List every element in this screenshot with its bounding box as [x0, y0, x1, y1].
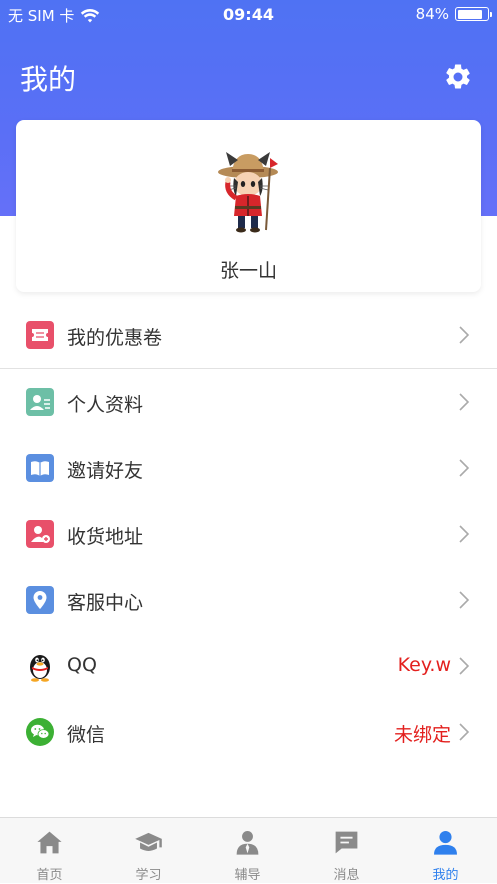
tab-messages[interactable]: 消息 [297, 818, 396, 884]
profile-card-icon [26, 388, 54, 416]
wechat-icon [26, 718, 54, 746]
menu-item-customer-service[interactable]: 客服中心 [0, 567, 497, 633]
menu-item-label: 微信 [67, 724, 106, 746]
avatar[interactable] [214, 148, 286, 234]
tab-mine[interactable]: 我的 [396, 818, 495, 884]
tutor-icon [236, 831, 259, 855]
battery-percent: 84% [415, 5, 449, 23]
battery-icon [455, 7, 492, 21]
tab-study[interactable]: 学习 [99, 818, 198, 884]
menu-item-label: 收货地址 [67, 526, 144, 548]
qq-penguin-icon [30, 655, 50, 682]
battery-cap [490, 12, 492, 17]
graduation-cap-icon [135, 832, 162, 851]
tab-label: 我的 [432, 868, 459, 883]
menu-item-label: 客服中心 [67, 592, 144, 614]
menu-list: 我的优惠卷 个人资料 邀请好友 收货地址 客服中心 QQ Key.w 微信 未绑… [0, 302, 497, 765]
chevron-right-icon [459, 657, 470, 675]
profile-card[interactable]: 张一山 [16, 120, 481, 292]
tab-label: 辅导 [234, 868, 261, 883]
menu-item-label: 个人资料 [67, 394, 144, 416]
menu-item-wechat[interactable]: 微信 未绑定 [0, 699, 497, 765]
chevron-right-icon [459, 393, 470, 411]
tab-label: 消息 [333, 868, 360, 883]
book-icon [26, 454, 54, 482]
home-icon [37, 831, 62, 854]
add-user-icon [26, 520, 54, 548]
qq-account-value: Key.w [397, 654, 451, 676]
location-pin-icon [26, 586, 54, 614]
settings-gear-icon[interactable] [443, 62, 473, 92]
username: 张一山 [219, 260, 277, 282]
person-icon [434, 831, 457, 855]
page-title: 我的 [20, 63, 77, 96]
menu-item-label: 我的优惠卷 [67, 327, 163, 349]
menu-item-label: QQ [67, 654, 97, 676]
status-bar: 无 SIM 卡 09:44 84% [0, 0, 497, 30]
chevron-right-icon [459, 459, 470, 477]
tab-tutoring[interactable]: 辅导 [198, 818, 297, 884]
chevron-right-icon [459, 723, 470, 741]
coupon-icon [26, 321, 54, 349]
chevron-right-icon [459, 525, 470, 543]
menu-item-address[interactable]: 收货地址 [0, 501, 497, 567]
menu-item-profile[interactable]: 个人资料 [0, 369, 497, 435]
menu-item-invite[interactable]: 邀请好友 [0, 435, 497, 501]
wechat-bind-status: 未绑定 [393, 724, 451, 746]
tab-label: 学习 [135, 868, 162, 883]
chevron-right-icon [459, 591, 470, 609]
message-icon [335, 831, 358, 854]
chevron-right-icon [459, 326, 470, 344]
tab-home[interactable]: 首页 [0, 818, 99, 884]
tab-bar: 首页 学习 辅导 消息 我的 [0, 817, 497, 883]
status-right: 84% [415, 5, 492, 23]
menu-item-coupons[interactable]: 我的优惠卷 [0, 302, 497, 368]
tab-label: 首页 [36, 868, 63, 883]
menu-item-qq[interactable]: QQ Key.w [0, 633, 497, 699]
battery-fill [457, 9, 482, 19]
menu-item-label: 邀请好友 [67, 460, 144, 482]
